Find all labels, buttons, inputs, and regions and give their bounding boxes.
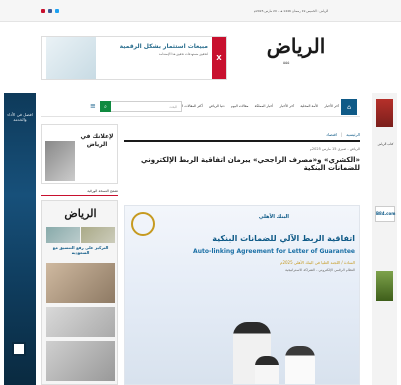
main-navigation: ⌂ آخر الأخبار الأمة المحلية آخر الأخبار … [41,97,360,117]
nav-item[interactable]: دنيا الرياض [209,104,225,108]
person-figure [255,356,279,384]
hero-brand: البنك الأهلي [258,214,289,220]
sidebar-ad[interactable]: لإعلانك في الرياض [41,124,118,184]
hero-footnote: النظام الرقمي الإلكتروني - الشراكة الاست… [285,268,355,272]
qr-code-icon [12,342,26,356]
ad-line-1: مبيعات استثمار بشكل الرقمية [119,43,208,50]
person-figure [285,346,315,384]
book-cover-image [376,99,393,127]
top-utility-bar: الرياض : الخميس 19 رمضان 1446 هـ - 20 ما… [0,0,401,22]
edition-photo [46,263,115,303]
breadcrumb: الرئيسية | اقتصاد [124,132,360,137]
ad-line-2: لتحقيق مستهدفات تحقيق هذا الإستدامة [158,52,208,56]
book-cover-image [376,271,393,301]
right-banner-text: كتاب الرياض [377,142,394,146]
facebook-icon[interactable] [48,9,52,13]
nav-item[interactable]: آخر الأخبار [279,104,294,108]
social-icons [41,9,59,13]
top-banner-ad[interactable]: مبيعات استثمار بشكل الرقمية لتحقيق مستهد… [41,36,227,80]
ad-image [45,141,75,181]
bank-logo-icon [131,212,155,236]
edition-photo [46,307,115,337]
article-headline: «الكشري» و«مصرف الراجحي» يبرمان اتفاقية … [141,156,360,173]
home-icon[interactable]: ⌂ [341,99,357,115]
nav-item[interactable]: أخبار المملكة [255,104,274,108]
edition-photo [46,341,115,381]
page: الرياض : الخميس 19 رمضان 1446 هـ - 20 ما… [0,0,401,385]
article-meta: الرياض - صبري 15 مارس 2025م [309,147,360,151]
right-banner-box: B84.com [375,206,395,222]
hamburger-icon[interactable]: ≡ [90,102,96,110]
breadcrumb-item[interactable]: الرئيسية [346,132,360,137]
right-skyscraper-ad[interactable] [372,93,397,385]
hero-title-en: Auto-linking Agreement for Letter of Gua… [193,248,355,255]
nav-item[interactable]: آخر الأخبار [324,104,339,108]
breadcrumb-item[interactable]: اقتصاد [326,132,337,137]
hero-subtitle: السادة / اللجنة العليا في البنك الأهلي 2… [279,260,355,265]
hero-title-ar: اتفاقية الربط الآلي للضمانات البنكية [212,234,355,243]
twitter-icon[interactable] [55,9,59,13]
ad-image [46,37,96,79]
divider [124,140,360,142]
edition-headline: التركيز على رفع التنسيق مع السعودية [52,245,109,256]
ad-badge: X [212,37,226,79]
date-text: الرياض : الخميس 19 رمضان 1446 هـ - 20 ما… [254,9,329,13]
edition-masthead: الرياض [64,207,97,220]
sidebar-ad-heading: لإعلانك في الرياض [80,133,114,148]
edition-photo [81,227,115,243]
edition-section-title: تصفح النسخة الورقية [41,189,118,196]
nav-item[interactable]: الأمة المحلية [300,104,318,108]
logo-sub: ٥٥٥ [283,60,290,65]
breadcrumb-separator: | [340,132,343,137]
site-logo[interactable]: الرياض [266,34,326,58]
left-banner-text: افضل في الأداء والخدمة [7,112,33,122]
youtube-icon[interactable] [41,9,45,13]
edition-photo [46,227,80,243]
nav-item[interactable]: مقالات اليوم [231,104,249,108]
print-edition-thumbnail[interactable]: الرياض التركيز على رفع التنسيق مع السعود… [41,200,118,385]
article-hero-image: البنك الأهلي اتفاقية الربط الآلي للضمانا… [124,205,360,385]
search-icon[interactable]: ⌕ [100,101,111,112]
search-input[interactable]: البحث [110,101,182,112]
